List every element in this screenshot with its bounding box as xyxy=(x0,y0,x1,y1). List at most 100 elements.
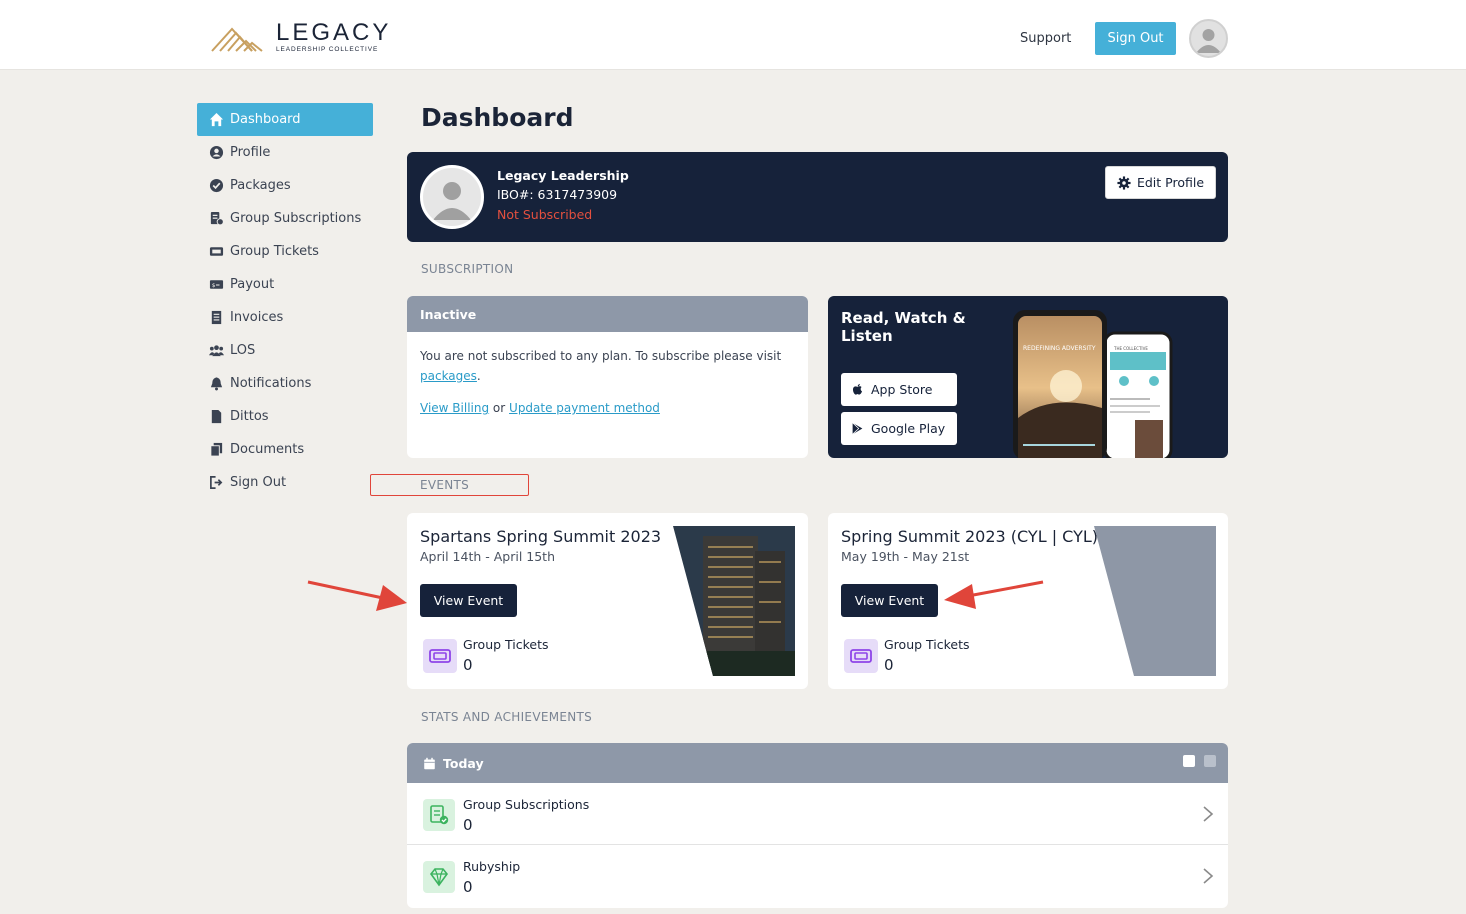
google-play-label: Google Play xyxy=(871,421,946,436)
sidebar-item-group-tickets[interactable]: Group Tickets xyxy=(197,235,373,268)
sidebar-item-label: Notifications xyxy=(230,376,312,391)
user-avatar-icon xyxy=(433,182,471,220)
chevron-right-icon xyxy=(1203,806,1214,822)
app-store-button[interactable]: App Store xyxy=(841,373,957,406)
sidebar-item-dashboard[interactable]: Dashboard xyxy=(197,103,373,136)
sidebar-item-group-subscriptions[interactable]: Group Subscriptions xyxy=(197,202,373,235)
google-play-icon xyxy=(852,422,863,435)
sidebar-nav: Dashboard Profile Packages Group Subscri… xyxy=(197,103,373,499)
avatar xyxy=(420,165,484,229)
phone-caption: REDEFINING ADVERSITY xyxy=(1023,345,1096,352)
stats-period: Today xyxy=(443,755,484,771)
subscription-message: You are not subscribed to any plan. To s… xyxy=(420,349,782,363)
sidebar-item-packages[interactable]: Packages xyxy=(197,169,373,202)
sidebar-item-label: Documents xyxy=(230,442,305,457)
list-item[interactable]: Rubyship 0 xyxy=(407,845,1228,907)
sidebar-item-invoices[interactable]: Invoices xyxy=(197,301,373,334)
sidebar-item-documents[interactable]: Documents xyxy=(197,433,373,466)
view-billing-link[interactable]: View Billing xyxy=(420,401,489,415)
edit-profile-button[interactable]: Edit Profile xyxy=(1105,166,1216,199)
top-bar: LEGACY LEADERSHIP COLLECTIVE Support Sig… xyxy=(0,0,1466,70)
check-circle-icon xyxy=(209,178,224,193)
logo-mountains-icon xyxy=(211,27,263,52)
chevron-right-icon xyxy=(1203,868,1214,884)
profile-ibo: IBO#: 6317473909 xyxy=(497,187,618,202)
view-event-button[interactable]: View Event xyxy=(420,584,517,617)
avatar[interactable] xyxy=(1189,19,1228,58)
money-icon: $= xyxy=(209,280,224,289)
sidebar-item-label: Dashboard xyxy=(230,112,301,127)
ticket-icon-badge xyxy=(423,639,457,673)
group-tickets-label: Group Tickets xyxy=(463,637,549,652)
sign-out-icon xyxy=(210,476,223,489)
app-store-label: App Store xyxy=(871,382,933,397)
next-period-icon[interactable] xyxy=(1204,755,1216,767)
subscription-period: . xyxy=(476,369,481,383)
sidebar-item-dittos[interactable]: Dittos xyxy=(197,400,373,433)
stat-label: Group Subscriptions xyxy=(463,797,590,812)
app-promo-card: Read, Watch & Listen App Store Google Pl… xyxy=(828,296,1228,458)
sidebar-item-label: LOS xyxy=(230,343,256,358)
group-tickets-count: 0 xyxy=(884,656,894,674)
calendar-icon xyxy=(424,757,435,769)
phone-caption-secondary: THE COLLECTIVE xyxy=(1113,346,1148,351)
gear-icon xyxy=(1117,175,1131,190)
list-item[interactable]: Group Subscriptions 0 xyxy=(407,783,1228,845)
gem-icon xyxy=(423,861,455,893)
ticket-icon xyxy=(429,649,451,663)
sidebar-item-label: Invoices xyxy=(230,310,284,325)
subscription-card: Inactive You are not subscribed to any p… xyxy=(407,296,808,458)
events-section-label: EVENTS xyxy=(420,478,470,492)
documents-icon xyxy=(210,442,223,457)
view-event-button[interactable]: View Event xyxy=(841,584,938,617)
logo[interactable]: LEGACY LEADERSHIP COLLECTIVE xyxy=(210,19,392,53)
group-subscriptions-icon xyxy=(423,799,455,831)
bell-icon xyxy=(210,377,223,391)
or-text: or xyxy=(492,401,506,415)
sign-out-button[interactable]: Sign Out xyxy=(1095,22,1176,55)
sidebar-item-label: Group Tickets xyxy=(230,244,319,259)
user-avatar-icon xyxy=(1196,29,1221,53)
event-date: April 14th - April 15th xyxy=(420,549,556,564)
users-icon xyxy=(209,345,224,357)
update-payment-link[interactable]: Update payment method xyxy=(509,401,660,415)
sidebar-item-profile[interactable]: Profile xyxy=(197,136,373,169)
group-tickets-label: Group Tickets xyxy=(884,637,970,652)
user-circle-icon xyxy=(209,145,224,160)
subscription-status-text: Not Subscribed xyxy=(497,207,593,222)
sidebar-item-label: Sign Out xyxy=(230,475,287,490)
profile-card: Legacy Leadership IBO#: 6317473909 Not S… xyxy=(407,152,1228,242)
group-tickets-count: 0 xyxy=(463,656,473,674)
apple-icon xyxy=(852,383,862,395)
invoice-icon xyxy=(211,310,222,325)
sidebar-item-notifications[interactable]: Notifications xyxy=(197,367,373,400)
sidebar-item-los[interactable]: LOS xyxy=(197,334,373,367)
packages-link[interactable]: packages xyxy=(420,369,477,383)
prev-period-icon[interactable] xyxy=(1183,755,1195,767)
logo-tagline: LEADERSHIP COLLECTIVE xyxy=(276,46,379,53)
sidebar-item-label: Payout xyxy=(230,277,275,292)
stat-count: 0 xyxy=(463,816,473,834)
event-title: Spring Summit 2023 (CYL | CYL) xyxy=(841,527,1098,546)
stat-count: 0 xyxy=(463,878,473,896)
home-icon xyxy=(209,112,224,127)
ticket-icon-badge xyxy=(844,639,878,673)
sidebar-item-label: Dittos xyxy=(230,409,269,424)
stats-section-label: STATS AND ACHIEVEMENTS xyxy=(421,710,593,724)
annotation-arrow-right xyxy=(944,580,1044,609)
sidebar-item-sign-out[interactable]: Sign Out xyxy=(197,466,373,499)
app-promo-title: Read, Watch & Listen xyxy=(841,309,966,345)
google-play-button[interactable]: Google Play xyxy=(841,412,957,445)
ticket-icon xyxy=(209,247,224,256)
sidebar-item-label: Group Subscriptions xyxy=(230,211,362,226)
page-title: Dashboard xyxy=(421,103,574,132)
stats-card: Today Group Subscriptions 0 Rubyship 0 xyxy=(407,743,1228,908)
support-link[interactable]: Support xyxy=(1020,31,1071,46)
annotation-arrow-left xyxy=(307,580,407,611)
file-icon xyxy=(211,409,222,424)
ticket-icon xyxy=(850,649,872,663)
group-subscriptions-icon xyxy=(210,211,224,226)
logo-wordmark: LEGACY xyxy=(276,19,392,46)
sidebar-item-payout[interactable]: $= Payout xyxy=(197,268,373,301)
subscription-section-label: SUBSCRIPTION xyxy=(421,262,514,276)
